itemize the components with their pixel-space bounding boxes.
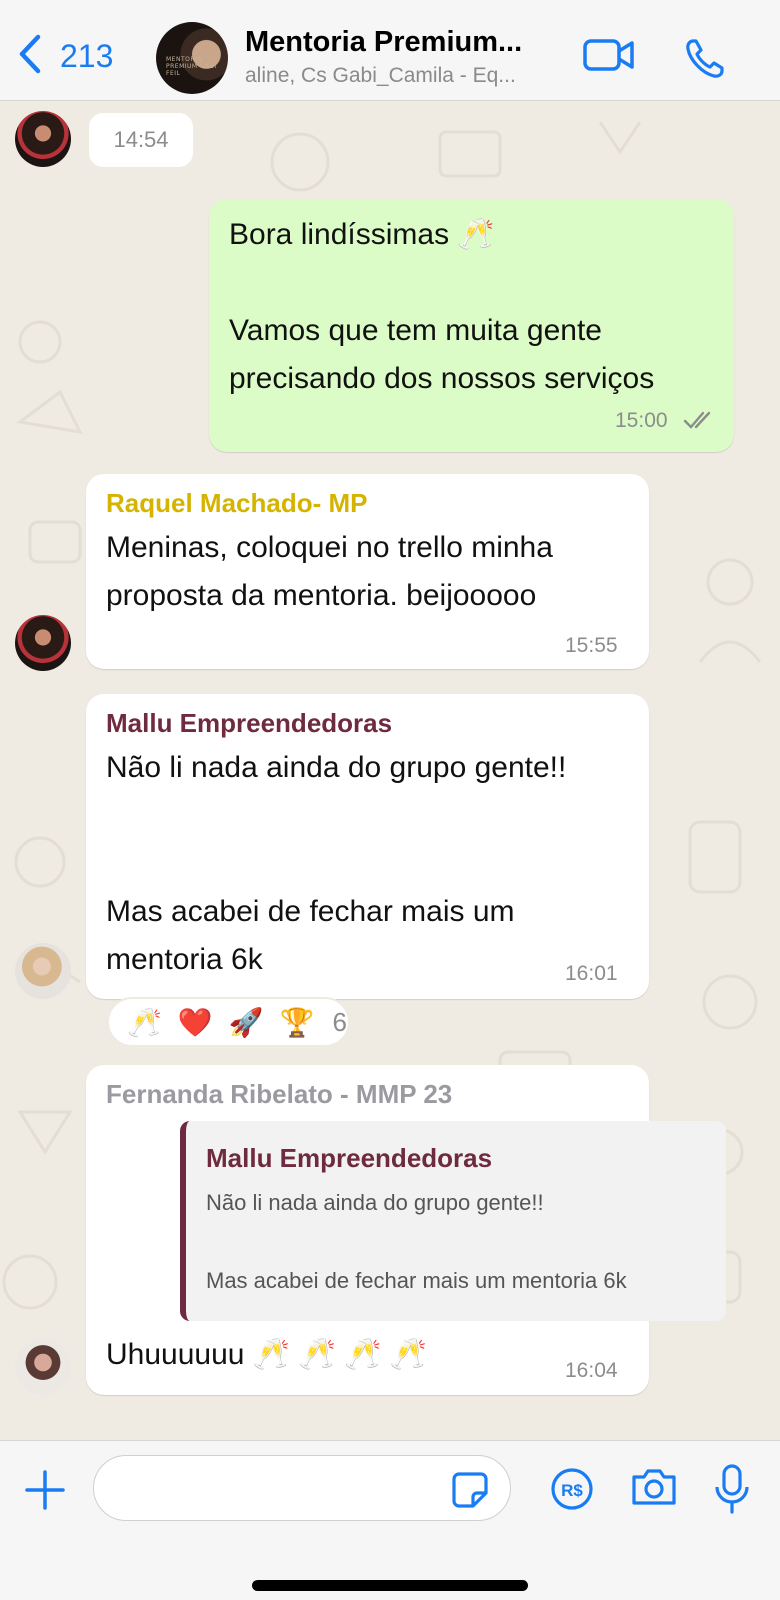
sender-name[interactable]: Fernanda Ribelato - MMP 23 bbox=[106, 1079, 452, 1110]
avatar-mallu[interactable] bbox=[15, 943, 71, 999]
quoted-sender: Mallu Empreendedoras bbox=[206, 1143, 493, 1173]
payment-button[interactable]: R$ bbox=[550, 1467, 594, 1516]
sender-name[interactable]: Raquel Machado- MP bbox=[106, 488, 367, 519]
message-input[interactable] bbox=[93, 1455, 511, 1521]
voice-message-button[interactable] bbox=[713, 1463, 751, 1520]
outgoing-message[interactable]: Bora lindíssimas 🥂 Vamos que tem muita g… bbox=[209, 199, 734, 452]
avatar-raquel[interactable] bbox=[15, 615, 71, 671]
chat-participants[interactable]: aline, Cs Gabi_Camila - Eq... bbox=[245, 64, 516, 88]
chevron-left-icon bbox=[14, 33, 44, 80]
sender-name[interactable]: Mallu Empreendedoras bbox=[106, 708, 392, 739]
chat-header: 213 MENTORIA PREMIUM GABI FEIL Mentoria … bbox=[0, 0, 780, 101]
reaction-count: 6 bbox=[332, 1006, 347, 1037]
sticker-button[interactable] bbox=[451, 1471, 489, 1514]
time-chip: 14:54 bbox=[89, 113, 193, 167]
phone-icon bbox=[686, 39, 724, 78]
message-text: Meninas, coloquei no trello minha propos… bbox=[106, 531, 553, 612]
message-time: 16:01 bbox=[565, 962, 618, 985]
quoted-text: Não li nada ainda do grupo gente!! Mas a… bbox=[206, 1190, 627, 1293]
message-text: Uhuuuuuu 🥂 🥂 🥂 🥂 bbox=[106, 1338, 428, 1371]
avatar-raquel[interactable] bbox=[15, 111, 71, 167]
quoted-message[interactable]: Mallu Empreendedoras Não li nada ainda d… bbox=[180, 1121, 726, 1321]
reaction-heart-icon: ❤️ bbox=[177, 1006, 213, 1038]
payment-label: R$ bbox=[561, 1481, 583, 1500]
video-camera-icon bbox=[583, 39, 634, 71]
video-call-button[interactable] bbox=[583, 36, 635, 79]
group-avatar[interactable]: MENTORIA PREMIUM GABI FEIL bbox=[156, 22, 228, 94]
message-time: 15:55 bbox=[565, 634, 618, 657]
avatar-fernanda[interactable] bbox=[15, 1339, 71, 1395]
reactions-bar[interactable]: 🥂 ❤️ 🚀 🏆 6 bbox=[107, 997, 350, 1047]
reaction-rocket-icon: 🚀 bbox=[228, 1006, 264, 1038]
plus-icon bbox=[25, 1470, 65, 1510]
double-check-icon bbox=[683, 409, 719, 436]
back-button[interactable]: 213 bbox=[14, 30, 113, 82]
unread-count: 213 bbox=[60, 37, 114, 74]
message-text: Não li nada ainda do grupo gente!! Mas a… bbox=[106, 751, 567, 976]
home-indicator[interactable] bbox=[252, 1580, 528, 1591]
voice-call-button[interactable] bbox=[684, 38, 726, 85]
reaction-trophy-icon: 🏆 bbox=[279, 1006, 315, 1038]
incoming-message-mallu[interactable]: Mallu Empreendedoras Não li nada ainda d… bbox=[86, 694, 649, 999]
attach-button[interactable] bbox=[24, 1469, 66, 1516]
message-composer: R$ bbox=[0, 1440, 780, 1600]
microphone-icon bbox=[715, 1464, 749, 1514]
incoming-message-raquel[interactable]: Raquel Machado- MP Meninas, coloquei no … bbox=[86, 474, 649, 669]
group-avatar-logo-text: MENTORIA PREMIUM GABI FEIL bbox=[166, 56, 217, 77]
sticker-icon bbox=[452, 1472, 488, 1508]
reaction-champagne-icon: 🥂 bbox=[127, 1006, 162, 1038]
chat-title[interactable]: Mentoria Premium... bbox=[245, 26, 522, 59]
message-list[interactable]: 14:54 Bora lindíssimas 🥂 Vamos que tem m… bbox=[0, 102, 780, 1440]
camera-button[interactable] bbox=[630, 1467, 678, 1512]
incoming-message-fernanda[interactable]: Fernanda Ribelato - MMP 23 Mallu Empreen… bbox=[86, 1065, 726, 1395]
currency-icon: R$ bbox=[551, 1468, 593, 1510]
message-time: 16:04 bbox=[565, 1359, 618, 1382]
message-text: Bora lindíssimas 🥂 Vamos que tem muita g… bbox=[229, 218, 655, 395]
camera-icon bbox=[632, 1469, 676, 1505]
message-time: 15:00 bbox=[615, 409, 668, 432]
